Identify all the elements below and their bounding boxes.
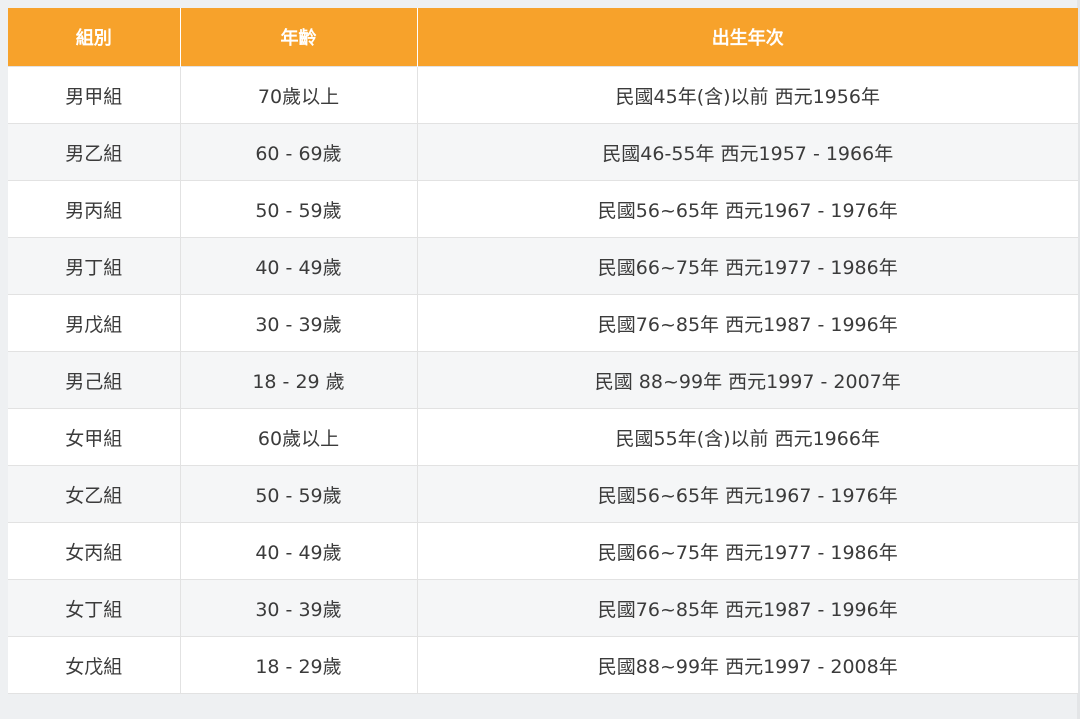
birth-year-cell: 民國46-55年 西元1957 - 1966年	[417, 123, 1078, 181]
table-row: 男己組 18 - 29 歲民國 88~99年 西元1997 - 2007年	[8, 351, 1078, 409]
birth-year-cell: 民國 88~99年 西元1997 - 2007年	[417, 351, 1078, 409]
age-cell: 40 - 49歲	[180, 522, 418, 580]
age-group-table: 組別 年齡 出生年次 男甲組 70歲以上 民國45年(含)以前 西元1956年 男乙組…	[8, 8, 1078, 694]
group-cell: 女丁組	[8, 579, 181, 637]
age-cell: 60歲以上	[180, 408, 418, 466]
header-group: 組別	[8, 8, 181, 67]
group-cell: 女甲組	[8, 408, 181, 466]
table-row: 男乙組 60 - 69歲 民國46-55年 西元1957 - 1966年	[8, 123, 1078, 181]
birth-year-cell: 民國66~75年 西元1977 - 1986年	[417, 522, 1078, 580]
group-cell: 男甲組	[8, 66, 181, 124]
table-row: 男戊組 30 - 39歲 民國76~85年 西元1987 - 1996年	[8, 294, 1078, 352]
group-cell: 男乙組	[8, 123, 181, 181]
header-birth-year: 出生年次	[417, 8, 1078, 67]
group-cell: 男戊組	[8, 294, 181, 352]
group-cell: 男丙組	[8, 180, 181, 238]
table-row: 女甲組 60歲以上 民國55年(含)以前 西元1966年	[8, 408, 1078, 466]
birth-year-cell: 民國55年(含)以前 西元1966年	[417, 408, 1078, 466]
table-container: 組別 年齡 出生年次 男甲組 70歲以上 民國45年(含)以前 西元1956年 男乙組…	[8, 8, 1078, 694]
group-cell: 男己組	[8, 351, 181, 409]
age-cell: 30 - 39歲	[180, 294, 418, 352]
group-cell: 女丙組	[8, 522, 181, 580]
birth-year-cell: 民國45年(含)以前 西元1956年	[417, 66, 1078, 124]
age-cell: 70歲以上	[180, 66, 418, 124]
table-body: 男甲組 70歲以上 民國45年(含)以前 西元1956年 男乙組 60 - 69歲 民國4…	[8, 66, 1078, 694]
birth-year-cell: 民國56~65年 西元1967 - 1976年	[417, 465, 1078, 523]
header-age: 年齡	[180, 8, 418, 67]
table-header: 組別 年齡 出生年次	[8, 8, 1078, 67]
age-cell: 30 - 39歲	[180, 579, 418, 637]
table-row: 女戊組 18 - 29歲 民國88~99年 西元1997 - 2008年	[8, 636, 1078, 694]
age-cell: 50 - 59歲	[180, 465, 418, 523]
table-row: 女乙組 50 - 59歲 民國56~65年 西元1967 - 1976年	[8, 465, 1078, 523]
age-cell: 18 - 29 歲	[180, 351, 418, 409]
header-row: 組別 年齡 出生年次	[8, 8, 1078, 67]
age-cell: 40 - 49歲	[180, 237, 418, 295]
age-cell: 18 - 29歲	[180, 636, 418, 694]
table-row: 男甲組 70歲以上 民國45年(含)以前 西元1956年	[8, 66, 1078, 124]
birth-year-cell: 民國66~75年 西元1977 - 1986年	[417, 237, 1078, 295]
birth-year-cell: 民國76~85年 西元1987 - 1996年	[417, 579, 1078, 637]
table-row: 女丙組 40 - 49歲 民國66~75年 西元1977 - 1986年	[8, 522, 1078, 580]
table-row: 女丁組 30 - 39歲 民國76~85年 西元1987 - 1996年	[8, 579, 1078, 637]
table-row: 男丙組 50 - 59歲 民國56~65年 西元1967 - 1976年	[8, 180, 1078, 238]
group-cell: 男丁組	[8, 237, 181, 295]
age-cell: 50 - 59歲	[180, 180, 418, 238]
birth-year-cell: 民國88~99年 西元1997 - 2008年	[417, 636, 1078, 694]
birth-year-cell: 民國76~85年 西元1987 - 1996年	[417, 294, 1078, 352]
group-cell: 女戊組	[8, 636, 181, 694]
table-row: 男丁組 40 - 49歲 民國66~75年 西元1977 - 1986年	[8, 237, 1078, 295]
age-cell: 60 - 69歲	[180, 123, 418, 181]
group-cell: 女乙組	[8, 465, 181, 523]
birth-year-cell: 民國56~65年 西元1967 - 1976年	[417, 180, 1078, 238]
